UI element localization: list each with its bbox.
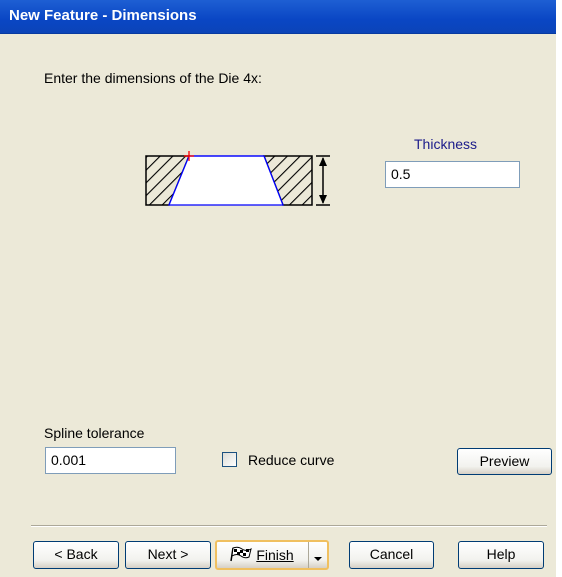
cancel-button[interactable]: Cancel xyxy=(349,541,434,569)
reduce-curve-label[interactable]: Reduce curve xyxy=(248,452,334,468)
separator xyxy=(31,525,547,527)
thickness-label: Thickness xyxy=(414,136,478,152)
reduce-curve-checkbox[interactable] xyxy=(222,452,237,467)
finish-button[interactable]: Finish xyxy=(217,542,307,568)
chevron-down-icon xyxy=(314,557,322,561)
back-button[interactable]: < Back xyxy=(33,541,119,569)
instruction-text: Enter the dimensions of the Die 4x: xyxy=(44,70,262,86)
title-bar: New Feature - Dimensions xyxy=(0,0,556,34)
window-title: New Feature - Dimensions xyxy=(9,7,197,24)
window-edge xyxy=(556,0,562,577)
thickness-dimension-arrow xyxy=(316,155,330,206)
finish-label: Finish xyxy=(256,547,294,563)
spline-tolerance-input[interactable]: 0.001 xyxy=(45,447,176,474)
preview-button[interactable]: Preview xyxy=(457,448,552,475)
dialog-window: New Feature - Dimensions Enter the dimen… xyxy=(0,0,562,577)
die-cavity xyxy=(168,155,284,206)
next-button[interactable]: Next > xyxy=(125,541,211,569)
checkered-flag-icon xyxy=(230,546,253,562)
spline-tolerance-label: Spline tolerance xyxy=(44,425,145,441)
die-cross-section-diagram xyxy=(145,151,330,206)
help-button[interactable]: Help xyxy=(458,541,544,569)
finish-dropdown[interactable] xyxy=(308,542,327,568)
finish-split-button[interactable]: Finish xyxy=(215,540,329,570)
thickness-input[interactable]: 0.5 xyxy=(385,161,520,188)
